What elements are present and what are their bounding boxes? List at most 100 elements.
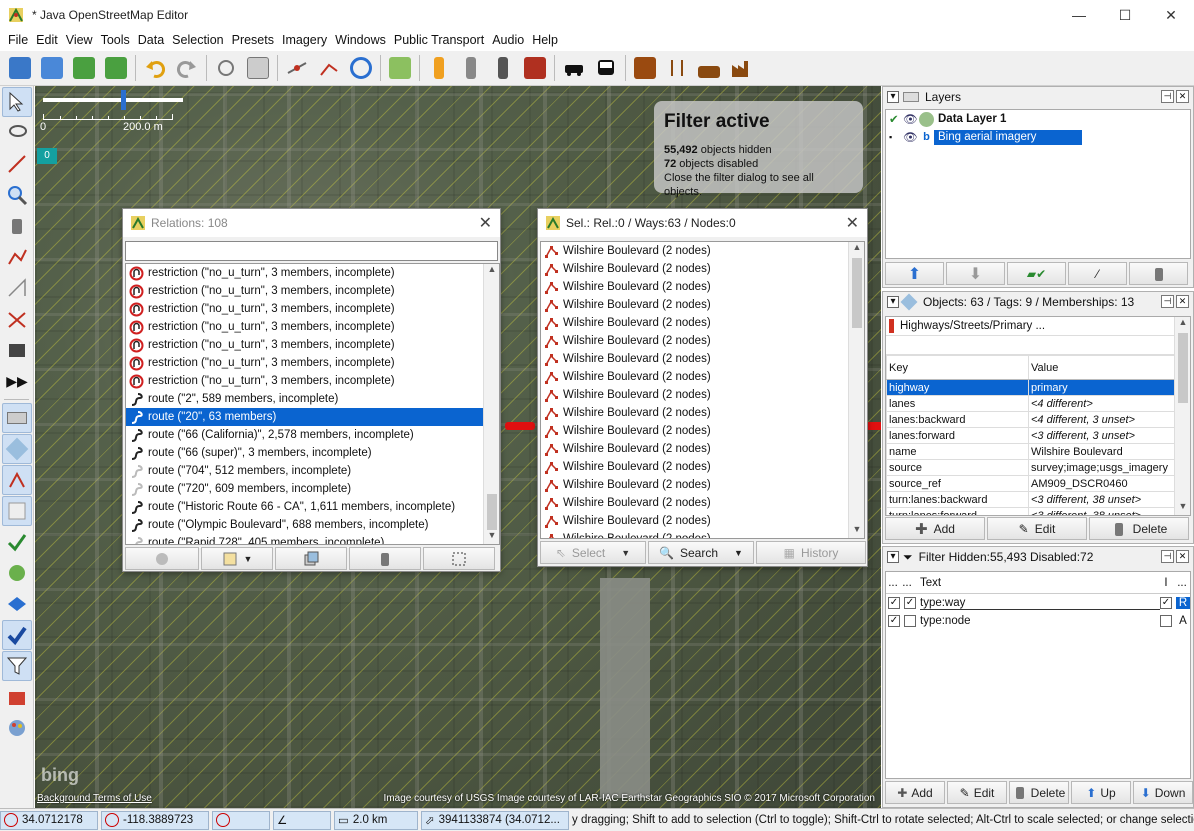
tag-value[interactable]: AM909_DSCR0460 [1028,475,1190,492]
relation-list-item[interactable]: route ("Rapid 728", 405 members, incompl… [126,534,484,544]
close-icon[interactable]: ✕ [479,213,492,233]
lasso-mode-button[interactable] [2,118,32,148]
preset-highway-button[interactable] [423,53,454,84]
toggle-validator-button[interactable] [2,527,32,557]
layer-opacity-button[interactable]: ⁄ [1068,262,1127,285]
enable-column-header[interactable]: ... [886,577,900,589]
selection-list-item[interactable]: Wilshire Boulevard (2 nodes) [541,296,864,314]
relation-delete-button[interactable] [349,547,421,570]
relation-list-item[interactable]: restriction ("no_u_turn", 3 members, inc… [126,372,484,390]
menu-edit[interactable]: Edit [32,33,62,47]
selection-list-item[interactable]: Wilshire Boulevard (2 nodes) [541,440,864,458]
selection-list-item[interactable]: Wilshire Boulevard (2 nodes) [541,458,864,476]
selection-list-item[interactable]: Wilshire Boulevard (2 nodes) [541,260,864,278]
relation-duplicate-button[interactable] [275,547,347,570]
selection-list-item[interactable]: Wilshire Boulevard (2 nodes) [541,350,864,368]
toggle-changeset-button[interactable] [2,682,32,712]
toggle-selection-button[interactable] [2,496,32,526]
selection-list-item[interactable]: Wilshire Boulevard (2 nodes) [541,332,864,350]
draw-mode-button[interactable] [2,149,32,179]
pin-icon[interactable]: ⊣ [1161,90,1174,103]
edit-filter-button[interactable]: ✎ Edit [947,781,1007,804]
toggle-tags-button[interactable] [2,434,32,464]
add-filter-button[interactable]: ✚ Add [885,781,945,804]
tag-value[interactable]: <3 different, 3 unset> [1028,427,1190,444]
preset-restaurant-button[interactable] [661,53,692,84]
preferences-button[interactable] [242,53,273,84]
zoom-mode-button[interactable] [2,180,32,210]
redo-button[interactable] [171,53,202,84]
preset-traffic-button[interactable] [487,53,518,84]
move-filter-down-button[interactable]: ⬇ Down [1133,781,1193,804]
menu-imagery[interactable]: Imagery [278,33,331,47]
zoom-slider-handle[interactable] [121,90,126,110]
delete-layer-button[interactable] [1129,262,1188,285]
selection-list-item[interactable]: Wilshire Boulevard (2 nodes) [541,476,864,494]
selection-list-item[interactable]: Wilshire Boulevard (2 nodes) [541,386,864,404]
tag-row[interactable]: highway primary [886,379,1190,396]
filter-text[interactable]: type:way [920,597,1160,610]
delete-filter-button[interactable]: Delete [1009,781,1069,804]
preset-attention-button[interactable] [629,53,660,84]
menu-presets[interactable]: Presets [228,33,278,47]
preset-car-button[interactable] [558,53,589,84]
visibility-eye-icon[interactable]: 👁 [903,112,919,126]
align-circle-button[interactable] [384,53,415,84]
relation-edit-button[interactable]: ▼ [201,547,273,570]
close-button[interactable]: ✕ [1148,0,1194,30]
layer-row-data[interactable]: ✔ 👁 Data Layer 1 [886,110,1190,128]
preset-industrial-button[interactable] [725,53,756,84]
tag-key[interactable]: source_ref [886,475,1029,492]
relation-list-item[interactable]: restriction ("no_u_turn", 3 members, inc… [126,264,484,282]
open-button[interactable] [4,53,35,84]
relation-select-button[interactable] [125,547,199,570]
undo-button[interactable] [139,53,170,84]
relation-list-item[interactable]: route ("20", 63 members) [126,408,484,426]
move-layer-down-button[interactable]: ⬇ [946,262,1005,285]
tag-row[interactable]: source_ref AM909_DSCR0460 [886,475,1190,492]
filter-text[interactable]: type:node [920,615,1160,627]
building-mode-button[interactable] [2,335,32,365]
selection-list[interactable]: Wilshire Boulevard (2 nodes) Wilshire Bou… [540,241,865,539]
relation-list-item[interactable]: restriction ("no_u_turn", 3 members, inc… [126,300,484,318]
tag-row[interactable]: name Wilshire Boulevard [886,443,1190,460]
relation-select-members-button[interactable] [423,547,495,570]
selection-list-item[interactable]: Wilshire Boulevard (2 nodes) [541,368,864,386]
relation-list-item[interactable]: route ("720", 609 members, incomplete) [126,480,484,498]
relation-list-item[interactable]: route ("Olympic Boulevard", 688 members,… [126,516,484,534]
menu-tools[interactable]: Tools [97,33,134,47]
tag-value[interactable]: primary [1028,379,1190,396]
filter-enable-checkbox[interactable]: ✓ [888,597,900,609]
menu-file[interactable]: File [4,33,32,47]
relation-list-item[interactable]: route ("66 (California)", 2,578 members,… [126,426,484,444]
tag-key[interactable]: lanes:forward [886,427,1029,444]
tag-row[interactable]: lanes <4 different> [886,395,1190,412]
combine-way-button[interactable] [313,53,344,84]
visibility-eye-icon[interactable]: 👁 [903,130,919,144]
upload-button[interactable] [100,53,131,84]
parallel-mode-button[interactable] [2,273,32,303]
selection-list-item[interactable]: Wilshire Boulevard (2 nodes) [541,494,864,512]
close-icon[interactable]: ✕ [1176,295,1189,308]
filter-row[interactable]: ✓ type:node A [886,612,1190,630]
tag-key[interactable]: highway [886,379,1029,396]
tag-key[interactable]: turn:lanes:forward [886,507,1029,515]
filter-hide-checkbox[interactable]: ✓ [904,597,916,609]
toggle-filter-button[interactable] [2,651,32,681]
minimize-button[interactable]: — [1056,0,1102,30]
move-filter-up-button[interactable]: ⬆ Up [1071,781,1131,804]
relation-list-item[interactable]: route ("2", 589 members, incomplete) [126,390,484,408]
mode-column-header[interactable]: ... [1174,577,1190,589]
tags-scrollbar[interactable]: ▲ ▼ [1174,317,1190,515]
toggle-history-button[interactable] [2,558,32,588]
filter-mode-flag[interactable]: R [1176,597,1190,609]
filter-enable-checkbox[interactable]: ✓ [888,615,900,627]
tag-value[interactable]: survey;image;usgs_imagery [1028,459,1190,476]
preset-castle-button[interactable] [693,53,724,84]
filter-row[interactable]: ✓ ✓ type:way ✓ R [886,594,1190,612]
pin-icon[interactable]: ⊣ [1161,295,1174,308]
delete-tag-button[interactable]: Delete [1089,517,1189,540]
filter-inverted-checkbox[interactable]: ✓ [1160,597,1172,609]
tag-value[interactable]: <3 different, 38 unset> [1028,491,1190,508]
tag-value[interactable]: <4 different, 3 unset> [1028,411,1190,428]
